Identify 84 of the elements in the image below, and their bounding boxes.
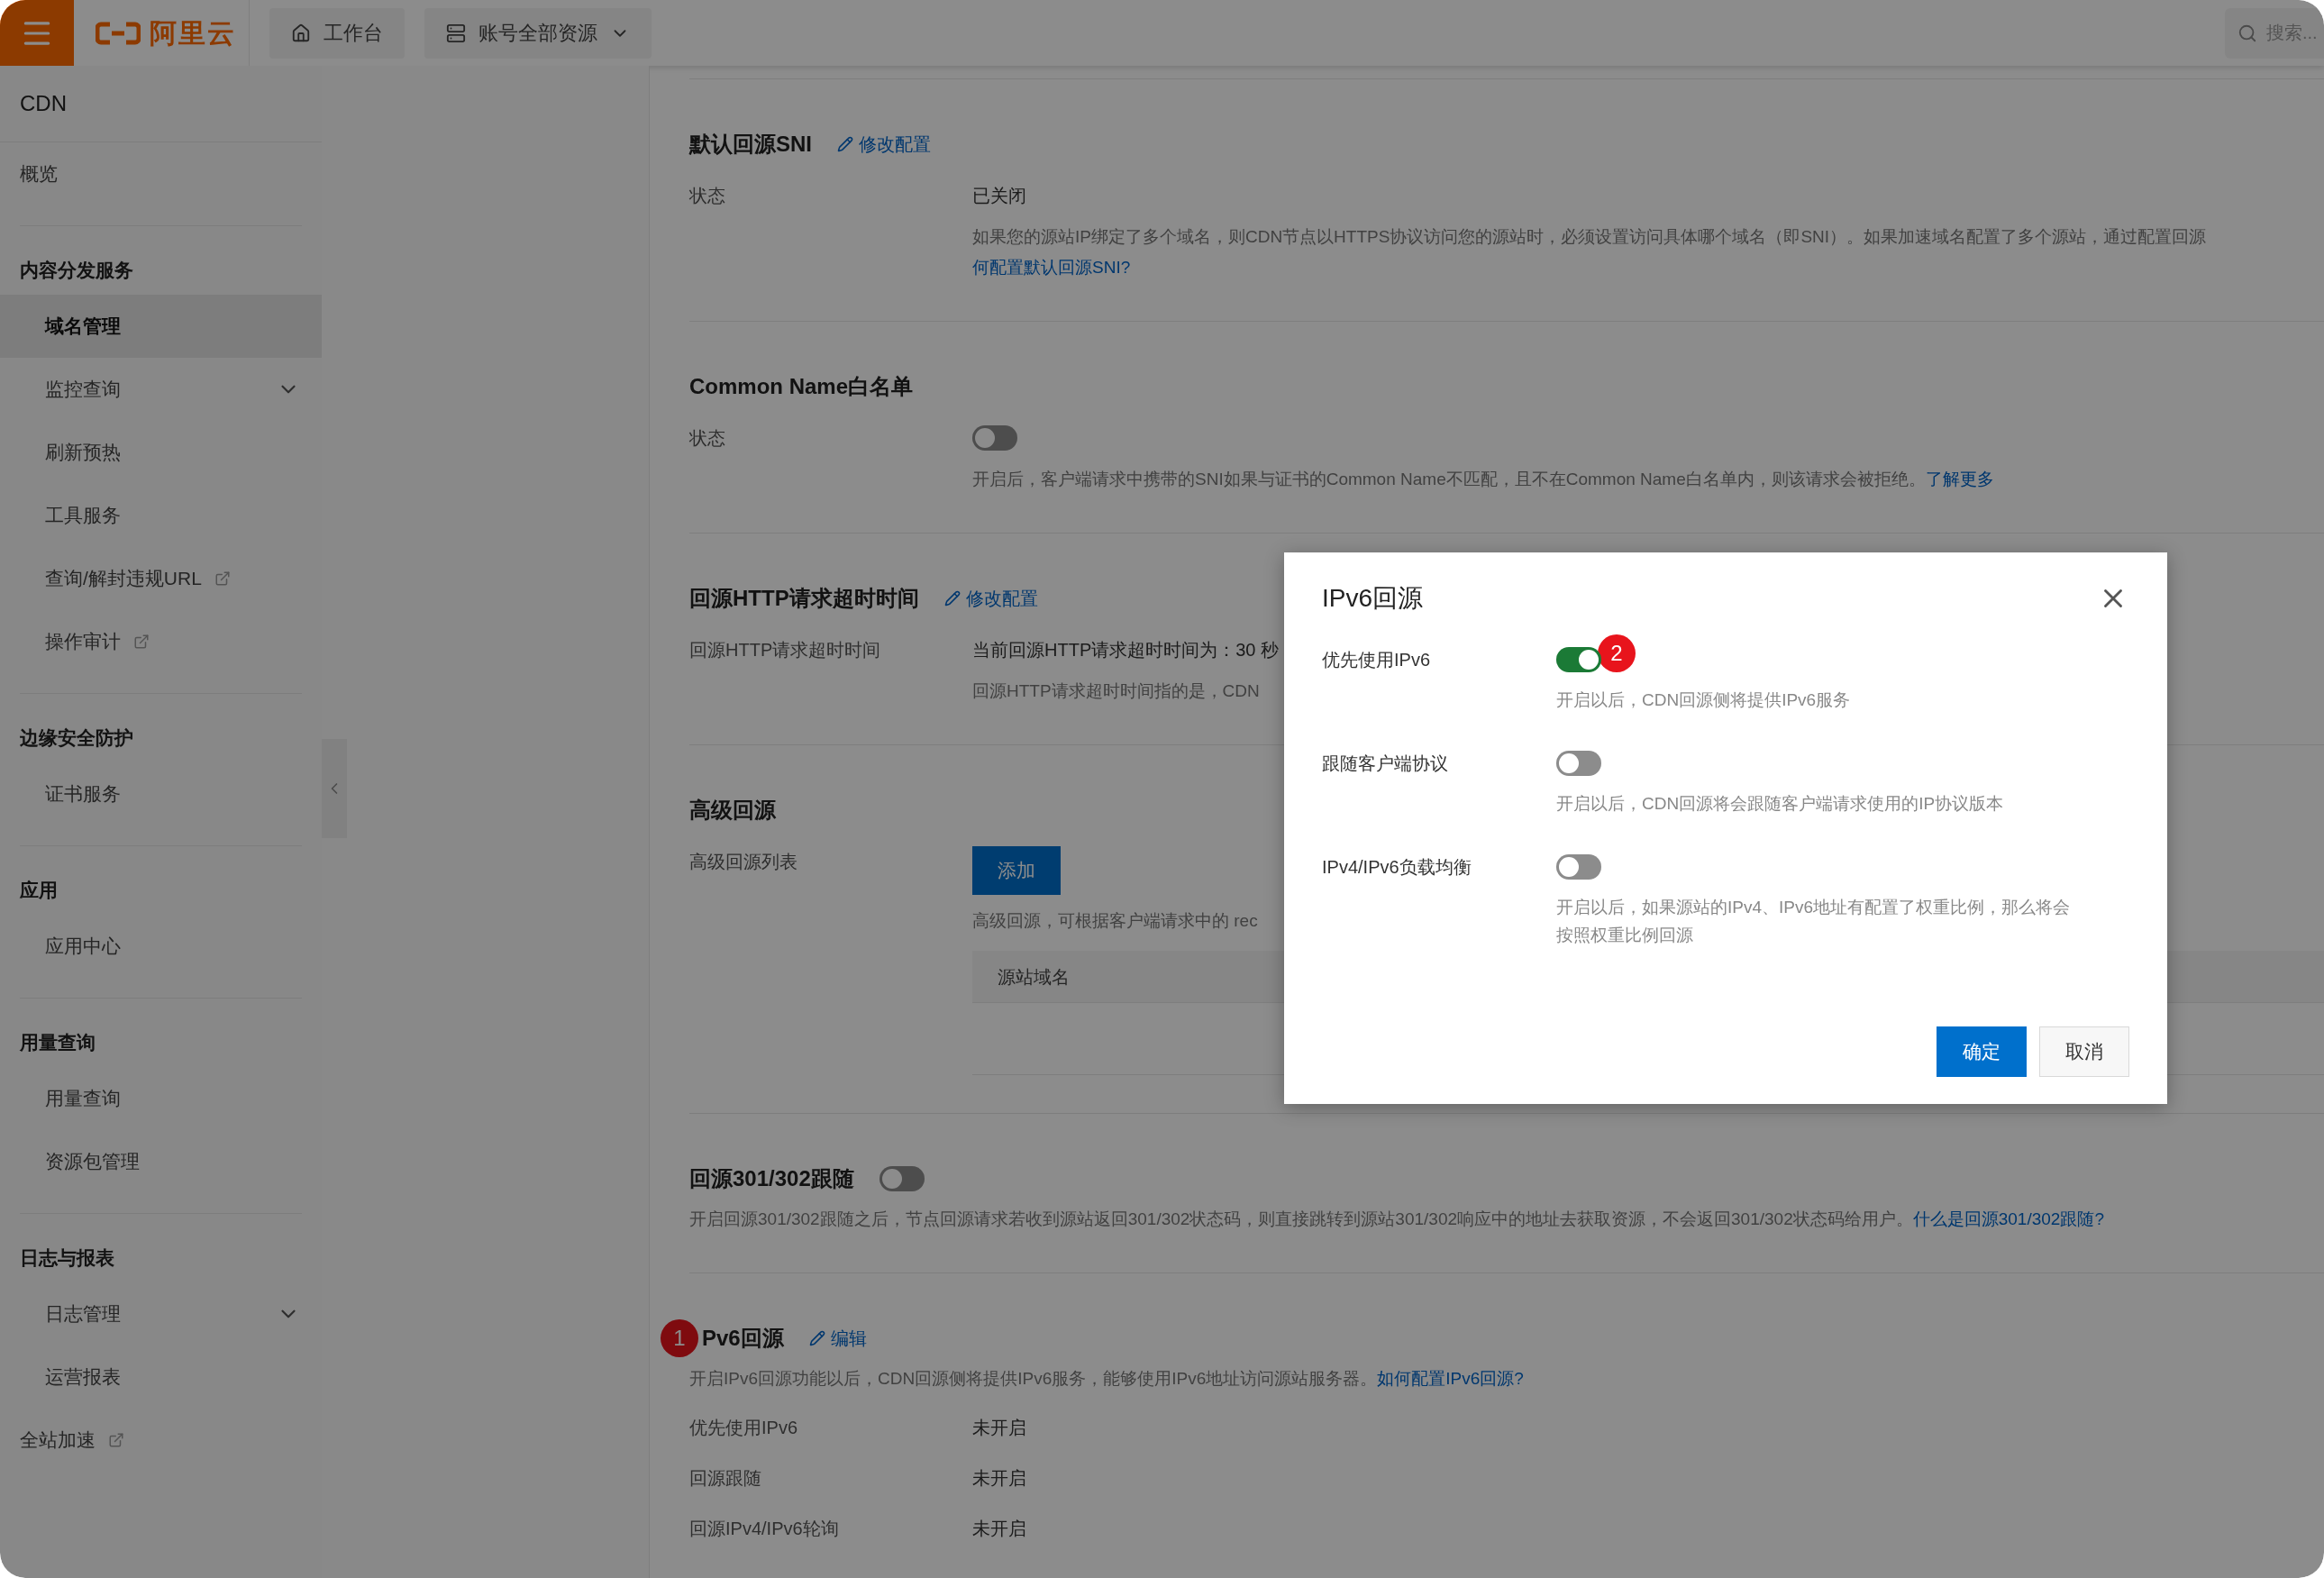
edit-link[interactable]: 修改配置 — [943, 585, 1038, 612]
field-label: 回源跟随 — [689, 1467, 762, 1490]
field-label: 高级回源列表 — [689, 851, 798, 873]
toggle-switch[interactable] — [972, 425, 1017, 451]
field-label: 优先使用IPv6 — [1322, 649, 1432, 671]
logo-icon — [96, 21, 141, 45]
description-text: 开启后，客户端请求中携带的SNI如果与证书的Common Name不匹配，且不在Common Name白名单内，则该请求会被拒绝。 — [972, 470, 1926, 488]
field-label: IPv4/IPv6负载均衡 — [1322, 856, 1472, 879]
field-hint: 开启以后，CDN回源侧将提供IPv6服务 — [1556, 689, 1852, 711]
help-link[interactable]: 了解更多 — [1925, 470, 1994, 488]
add-button[interactable]: 添加 — [972, 846, 1061, 895]
sidebar-group-heading: 内容分发服务 — [19, 259, 134, 283]
description-text: 开启IPv6回源功能以后，CDN回源侧将提供IPv6服务，能够使用IPv6地址访问源站服务器。 — [689, 1369, 1378, 1388]
help-link[interactable]: 何配置默认回源SNI? — [972, 258, 1131, 277]
sidebar-item[interactable]: 工具服务 — [0, 484, 322, 547]
field-value: 未开启 — [972, 1518, 1027, 1540]
toggle-switch[interactable] — [1556, 751, 1601, 776]
section-title: Pv6回源 — [702, 1325, 784, 1352]
cancel-button[interactable]: 取消 — [2039, 1026, 2129, 1077]
field-hint: 开启以后，如果源站的IPv4、IPv6地址有配置了权重比例，那么将会按照权重比例回源 — [1556, 897, 2072, 946]
sidebar-item[interactable]: 概览 — [0, 142, 322, 205]
sidebar-item[interactable]: 用量查询 — [0, 1067, 322, 1130]
field-value: 未开启 — [972, 1417, 1027, 1439]
toggle-switch[interactable] — [879, 1166, 925, 1191]
sidebar-group-heading: 用量查询 — [19, 1031, 96, 1055]
description-text: 高级回源，可根据客户端请求中的 rec — [972, 911, 1258, 930]
edit-link[interactable]: 编辑 — [808, 1325, 867, 1352]
field-value: 未开启 — [972, 1467, 1027, 1490]
edit-link[interactable]: 修改配置 — [837, 131, 931, 158]
sidebar-group-heading: 日志与报表 — [19, 1246, 115, 1271]
field-hint: 开启以后，CDN回源将会跟随客户端请求使用的IP协议版本 — [1556, 793, 2005, 815]
description-text: 回源HTTP请求超时时间指的是，CDN — [972, 681, 1260, 700]
section-title: 回源HTTP请求超时时间 — [689, 585, 919, 612]
toggle-switch[interactable] — [1556, 854, 1601, 880]
server-icon — [446, 23, 466, 43]
field-label: 状态 — [689, 427, 726, 450]
field-label: 回源IPv4/IPv6轮询 — [689, 1518, 840, 1540]
menu-button[interactable] — [0, 0, 74, 66]
field-label: 跟随客户端协议 — [1322, 753, 1449, 775]
sidebar-item[interactable]: 运营报表 — [0, 1345, 322, 1409]
sidebar-title: CDN — [19, 90, 68, 117]
column-header: 源站域名 — [998, 965, 1070, 989]
annotation-badge: 1 — [661, 1319, 698, 1357]
sidebar-item[interactable]: 操作审计 — [0, 610, 322, 673]
home-icon — [291, 23, 311, 43]
dialog-title: IPv6回源 — [1322, 583, 1424, 614]
external-link-icon — [108, 1432, 124, 1448]
toggle-switch[interactable] — [1556, 647, 1601, 672]
sidebar-group-heading: 应用 — [19, 879, 59, 903]
field-value: 已关闭 — [972, 185, 1026, 207]
sidebar-item[interactable]: 应用中心 — [0, 915, 322, 978]
field-label: 状态 — [689, 185, 726, 207]
help-link[interactable]: 什么是回源301/302跟随? — [1912, 1209, 2104, 1228]
pencil-icon — [837, 136, 853, 152]
pencil-icon — [808, 1330, 825, 1346]
nav-button[interactable]: 工作台 — [269, 7, 405, 59]
sidebar-item[interactable]: 刷新预热 — [0, 421, 322, 484]
sidebar-group-heading: 边缘安全防护 — [19, 726, 134, 751]
external-link-icon — [214, 570, 231, 587]
logo-text: 阿里云 — [150, 17, 236, 50]
section-title: 高级回源 — [689, 797, 776, 824]
pencil-icon — [943, 590, 961, 607]
confirm-button[interactable]: 确定 — [1937, 1026, 2027, 1077]
sidebar-item[interactable]: 监控查询 — [0, 358, 322, 421]
sidebar-item[interactable]: 日志管理 — [0, 1282, 322, 1345]
description-text: 开启回源301/302跟随之后，节点回源请求若收到源站返回301/302状态码，则直接跳转到源站301/302响应中的地址去获取资源，不会返回301/302状态码给用户。 — [689, 1209, 1913, 1228]
section-title: Common Name白名单 — [689, 373, 914, 400]
help-link[interactable]: 如何配置IPv6回源? — [1377, 1369, 1524, 1388]
sidebar-item[interactable]: 域名管理 — [0, 295, 322, 358]
sidebar-item[interactable]: 全站加速 — [0, 1409, 322, 1472]
nav-button[interactable]: 账号全部资源 — [424, 7, 652, 59]
external-link-icon — [133, 634, 150, 650]
field-label: 回源HTTP请求超时时间 — [689, 639, 882, 661]
search-icon — [2237, 23, 2257, 43]
description-text: 如果您的源站IP绑定了多个域名，则CDN节点以HTTPS协议访问您的源站时，必须设置访问具体哪个域名（即SNI）。如果加速域名配置了多个源站，通过配置回源 — [972, 227, 2207, 246]
collapse-handle[interactable] — [322, 739, 347, 838]
sidebar-item[interactable]: 查询/解封违规URL — [0, 547, 322, 610]
field-value: 当前回源HTTP请求超时时间为：30 秒 — [972, 639, 1280, 661]
field-label: 优先使用IPv6 — [689, 1417, 799, 1439]
section-title: 默认回源SNI — [689, 131, 812, 158]
sidebar-item[interactable]: 证书服务 — [0, 762, 322, 825]
annotation-badge: 2 — [1598, 634, 1636, 672]
sidebar-item[interactable]: 资源包管理 — [0, 1130, 322, 1193]
section-title: 回源301/302跟随 — [689, 1165, 854, 1192]
